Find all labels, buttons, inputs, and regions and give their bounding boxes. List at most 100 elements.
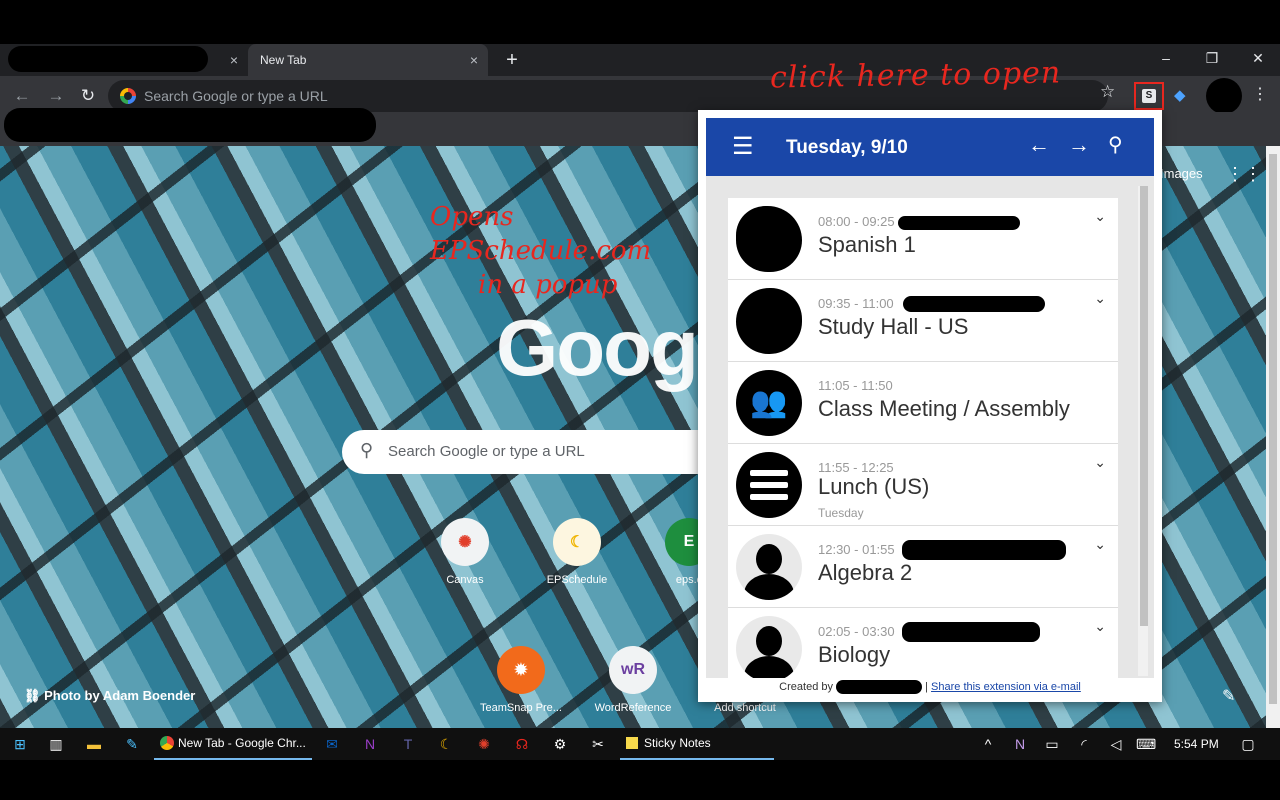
chevron-down-icon[interactable]: ⌄ [1094, 290, 1106, 307]
lunch-bar [750, 470, 788, 476]
shortcut-label: Add shortcut [714, 702, 776, 714]
keyboard-icon[interactable]: ⌨ [1136, 734, 1156, 754]
onenote-tray-icon[interactable]: N [1010, 734, 1030, 754]
prev-day-arrow-icon[interactable]: ← [1028, 132, 1050, 158]
back-icon[interactable]: ← [10, 84, 34, 108]
taskbar-app-label: Sticky Notes [644, 736, 711, 750]
close-window-button[interactable]: ✕ [1238, 50, 1278, 67]
epschedule-popup: ☰ Tuesday, 9/10 ← → ⚲ 08:00 - 09:25 Span… [698, 110, 1162, 702]
teams-icon[interactable]: T [398, 734, 418, 754]
chevron-up-icon[interactable]: ^ [978, 734, 998, 754]
sticky-notes-icon [626, 737, 638, 749]
customize-pencil-icon[interactable]: ✎ [1222, 686, 1235, 706]
teacher-avatar-icon [736, 534, 802, 600]
file-explorer-icon[interactable]: ▬ [84, 734, 104, 754]
headset-icon[interactable]: ☊ [512, 734, 532, 754]
redaction-mark [902, 622, 1040, 642]
apps-grid-icon[interactable]: ⋮⋮⋮ [1226, 164, 1266, 185]
redaction-mark [4, 108, 376, 142]
notifications-icon[interactable]: ▢ [1238, 734, 1258, 754]
diamond-extension-icon[interactable]: ◆ [1174, 86, 1190, 104]
minimize-button[interactable]: – [1146, 50, 1186, 66]
canvas-app-icon[interactable]: ✺ [474, 734, 494, 754]
period-time: 11:55 - 12:25 [818, 460, 894, 475]
shortcut-wordreference[interactable]: wR WordReference [588, 646, 678, 714]
taskbar-app-label: New Tab - Google Chr... [178, 736, 306, 750]
redaction-mark [898, 216, 1020, 230]
epschedule-icon: ☾ [553, 518, 601, 566]
annotation-line: EPSchedule.com [430, 236, 652, 266]
chevron-down-icon[interactable]: ⌄ [1094, 454, 1106, 471]
share-extension-link[interactable]: Share this extension via e-mail [931, 681, 1081, 693]
shortcut-teamsnap[interactable]: ✹ TeamSnap Pre... [476, 646, 566, 714]
reload-icon[interactable]: ↻ [76, 84, 100, 108]
tab-redacted[interactable]: × [0, 44, 248, 76]
shortcut-canvas[interactable]: ✺ Canvas [420, 518, 510, 586]
next-day-arrow-icon[interactable]: → [1068, 132, 1090, 158]
schedule-period[interactable]: 02:05 - 03:30 Biology ⌄ [728, 608, 1118, 678]
scrollbar-thumb[interactable] [1140, 186, 1148, 626]
teacher-avatar-icon [736, 616, 802, 678]
annotation-line: in a popup [478, 270, 618, 300]
shortcut-label: EPSchedule [546, 574, 608, 586]
wifi-icon[interactable]: ◜ [1074, 734, 1094, 754]
battery-icon[interactable]: ▭ [1042, 734, 1062, 754]
search-icon[interactable]: ⚲ [1108, 132, 1123, 157]
shortcut-label: Canvas [446, 574, 484, 586]
photo-credit-link[interactable]: ⛓ Photo by Adam Boender [24, 688, 195, 704]
shortcut-label: TeamSnap Pre... [480, 702, 562, 714]
task-view-icon[interactable]: ▥ [46, 734, 66, 754]
period-time: 11:05 - 11:50 [818, 378, 893, 393]
google-logo: Goog [496, 303, 699, 392]
taskbar-app-chrome[interactable]: New Tab - Google Chr... [154, 728, 312, 760]
forward-icon[interactable]: → [44, 84, 68, 108]
tab-new-tab[interactable]: New Tab × [248, 44, 488, 76]
schedule-period[interactable]: 12:30 - 01:55 Algebra 2 ⌄ [728, 526, 1118, 608]
annotation-opens-popup: Opens EPSchedule.com in a popup [430, 200, 651, 302]
volume-icon[interactable]: ◁ [1106, 734, 1126, 754]
profile-avatar[interactable] [1206, 78, 1242, 114]
windows-start-icon[interactable]: ⊞ [10, 734, 30, 754]
period-subtitle: Tuesday [818, 506, 864, 520]
settings-gear-icon[interactable]: ⚙ [550, 734, 570, 754]
period-title: Class Meeting / Assembly [818, 396, 1070, 421]
schedule-period[interactable]: 11:55 - 12:25 Lunch (US) Tuesday ⌄ [728, 444, 1118, 526]
popup-scrollbar[interactable] [1138, 186, 1148, 676]
page-scrollbar[interactable] [1266, 146, 1280, 728]
redaction-mark [902, 540, 1066, 560]
desktop-screen: × New Tab × + – ❐ ✕ ← → ↻ Search Google … [0, 0, 1280, 800]
onenote-icon[interactable]: N [360, 734, 380, 754]
schedule-period[interactable]: 08:00 - 09:25 Spanish 1 ⌄ [728, 198, 1118, 280]
clock[interactable]: 5:54 PM [1174, 737, 1219, 751]
period-time: 02:05 - 03:30 [818, 624, 895, 639]
chevron-down-icon[interactable]: ⌄ [1094, 536, 1106, 553]
period-title: Lunch (US) [818, 474, 930, 499]
wordreference-icon: wR [609, 646, 657, 694]
period-time: 12:30 - 01:55 [818, 542, 895, 557]
epschedule-app-icon[interactable]: ☾ [436, 734, 456, 754]
taskbar-app-sticky-notes[interactable]: Sticky Notes [620, 728, 774, 760]
scrollbar-thumb[interactable] [1269, 154, 1277, 704]
bookmark-star-icon[interactable]: ☆ [1100, 82, 1115, 102]
paint-icon[interactable]: ✎ [122, 734, 142, 754]
shortcut-epschedule[interactable]: ☾ EPSchedule [532, 518, 622, 586]
outlook-icon[interactable]: ✉ [322, 734, 342, 754]
period-time: 09:35 - 11:00 [818, 296, 894, 311]
popup-footer: Created by | Share this extension via e-… [698, 680, 1162, 694]
tab-close-icon[interactable]: × [230, 52, 238, 68]
epschedule-extension-button[interactable]: S [1134, 82, 1164, 110]
menu-dots-icon[interactable]: ⋮ [1252, 84, 1268, 104]
redaction-mark [8, 46, 208, 72]
images-link[interactable]: Images [1160, 166, 1203, 181]
snip-icon[interactable]: ✂ [588, 734, 608, 754]
hamburger-menu-icon[interactable]: ☰ [732, 132, 754, 161]
schedule-period[interactable]: 👥 11:05 - 11:50 Class Meeting / Assembly [728, 362, 1118, 444]
canvas-icon: ✺ [441, 518, 489, 566]
schedule-period[interactable]: 09:35 - 11:00 Study Hall - US ⌄ [728, 280, 1118, 362]
tab-close-icon[interactable]: × [470, 52, 478, 68]
chevron-down-icon[interactable]: ⌄ [1094, 618, 1106, 635]
period-title: Spanish 1 [818, 232, 916, 257]
new-tab-button[interactable]: + [500, 48, 524, 72]
chevron-down-icon[interactable]: ⌄ [1094, 208, 1106, 225]
restore-button[interactable]: ❐ [1192, 50, 1232, 67]
